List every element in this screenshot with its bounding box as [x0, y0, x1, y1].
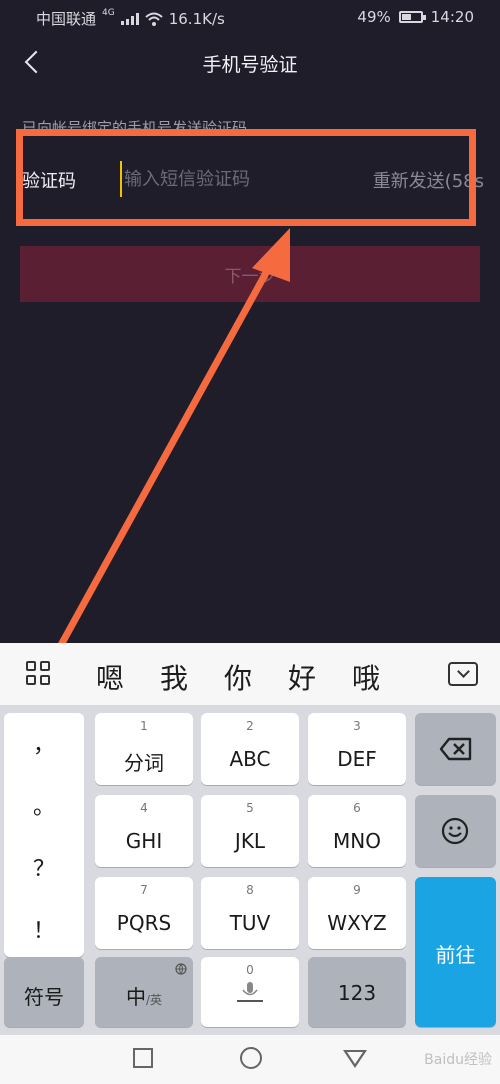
key-5[interactable]: 5 JKL — [201, 795, 299, 867]
key-1[interactable]: 1 分词 — [95, 713, 193, 785]
candidate-list: 嗯 我 你 好 哦 — [78, 657, 398, 697]
key-3[interactable]: 3 DEF — [308, 713, 406, 785]
sms-code-input[interactable] — [120, 161, 340, 197]
network-type: 4G — [102, 8, 115, 18]
battery-icon — [398, 11, 426, 23]
resend-button[interactable]: 重新发送(58s — [373, 167, 484, 193]
key-6[interactable]: 6 MNO — [308, 795, 406, 867]
status-bar: 中国联通 4G 16.1K/s 49% 14:20 — [0, 0, 500, 36]
signal-icon — [120, 12, 139, 25]
emoji-key[interactable] — [415, 795, 496, 867]
microphone-icon — [237, 982, 263, 1002]
candidate-bar: 嗯 我 你 好 哦 — [0, 643, 500, 705]
wifi-icon — [145, 12, 163, 26]
key-9[interactable]: 9 WXYZ — [308, 877, 406, 949]
carrier-text: 中国联通 — [36, 10, 97, 28]
system-nav-bar: Baidu经验 — [0, 1035, 500, 1084]
space-key[interactable]: 0 — [201, 957, 299, 1027]
home-icon[interactable] — [240, 1047, 262, 1069]
annotation-arrow — [46, 228, 290, 669]
code-label: 验证码 — [22, 171, 76, 192]
globe-icon — [175, 963, 187, 975]
backspace-icon — [439, 737, 472, 761]
key-4[interactable]: 4 GHI — [95, 795, 193, 867]
hide-keyboard-icon[interactable] — [448, 662, 478, 686]
candidate-word[interactable]: 好 — [270, 657, 334, 697]
candidate-word[interactable]: 哦 — [334, 657, 398, 697]
emoji-icon — [441, 817, 469, 845]
back-triangle-icon[interactable] — [343, 1050, 367, 1068]
key-8[interactable]: 8 TUV — [201, 877, 299, 949]
clock: 14:20 — [430, 8, 474, 26]
symbols-key[interactable]: 符号 — [4, 957, 84, 1027]
next-button[interactable]: 下一步 — [20, 246, 480, 302]
page-title: 手机号验证 — [202, 54, 298, 76]
key-2[interactable]: 2 ABC — [201, 713, 299, 785]
keyboard: ， 。 ？ ！ 1 分词 2 ABC 3 DEF 4 GHI 5 JKL 6 M… — [0, 705, 500, 1035]
net-speed: 16.1K/s — [168, 9, 225, 28]
header: 手机号验证 — [0, 36, 500, 90]
punct-key[interactable]: ？ — [4, 851, 84, 883]
code-row: 验证码 重新发送(58s — [22, 155, 484, 201]
enter-key[interactable]: 前往 — [415, 877, 496, 1027]
candidate-word[interactable]: 我 — [142, 657, 206, 697]
candidate-word[interactable]: 嗯 — [78, 657, 142, 697]
numbers-key[interactable]: 123 — [308, 957, 406, 1027]
backspace-key[interactable] — [415, 713, 496, 785]
candidate-word[interactable]: 你 — [206, 657, 270, 697]
watermark: Baidu经验 — [424, 1052, 492, 1068]
punct-key[interactable]: ！ — [4, 913, 84, 945]
punct-key[interactable]: ， — [4, 727, 84, 759]
grid-icon[interactable] — [26, 661, 52, 687]
sms-hint-text: 已向帐号绑定的手机号发送验证码 — [22, 119, 248, 137]
battery-percent: 49% — [357, 8, 391, 26]
punct-key[interactable]: 。 — [4, 789, 84, 821]
language-key[interactable]: 中/英 — [95, 957, 193, 1027]
key-7[interactable]: 7 PQRS — [95, 877, 193, 949]
punctuation-column: ， 。 ？ ！ — [4, 713, 84, 957]
recent-apps-icon[interactable] — [133, 1048, 153, 1068]
